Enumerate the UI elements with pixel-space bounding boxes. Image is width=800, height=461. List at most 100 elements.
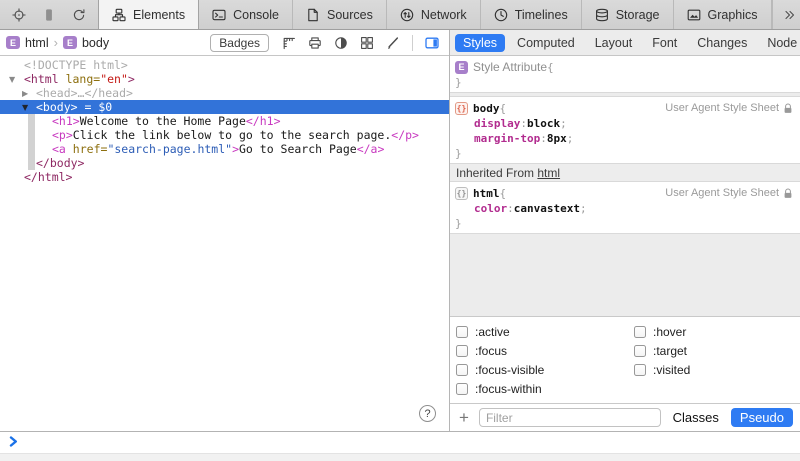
ruler-icon [282, 36, 296, 50]
sources-icon [306, 8, 320, 22]
help-button[interactable]: ? [419, 405, 436, 422]
css-property[interactable]: display: block; [450, 116, 800, 131]
pseudo-column: :active :focus :focus-visible :focus-within [454, 322, 632, 398]
contrast-icon [334, 36, 348, 50]
ruler-button[interactable] [278, 34, 300, 52]
pseudo-label: :active [475, 325, 510, 339]
tab-label: Console [233, 8, 279, 22]
property-name: margin-top [474, 131, 540, 146]
pseudo-checkbox-active[interactable]: :active [454, 322, 632, 341]
pseudo-checkbox-hover[interactable]: :hover [632, 322, 796, 341]
pseudo-class-panel: :active :focus :focus-visible :focus-within… [450, 316, 800, 403]
console-prompt[interactable] [0, 432, 800, 453]
stylesheet-badge-icon: {} [455, 187, 468, 200]
css-selector: body [473, 101, 500, 116]
tab-graphics[interactable]: Graphics [674, 0, 772, 29]
pseudo-checkbox-focus-visible[interactable]: :focus-visible [454, 360, 632, 379]
tab-timelines[interactable]: Timelines [481, 0, 582, 29]
checkbox[interactable] [634, 326, 646, 338]
dom-tree-line[interactable]: ▶<head>…</head> [0, 86, 449, 100]
pseudo-checkbox-target[interactable]: :target [632, 341, 796, 360]
pseudo-label: :hover [653, 325, 686, 339]
sidebar-tab-node[interactable]: Node [759, 34, 800, 52]
pseudo-checkbox-visited[interactable]: :visited [632, 360, 796, 379]
dom-tree-line[interactable]: </html> [0, 170, 449, 184]
css-rule-header[interactable]: EStyle Attribute { [450, 60, 800, 75]
toolbar-left-buttons [0, 0, 98, 29]
tab-console[interactable]: Console [199, 0, 293, 29]
paint-flashing-button[interactable] [382, 34, 404, 52]
css-rule-header[interactable]: {}html {User Agent Style Sheet [450, 186, 800, 201]
toolbar-right-buttons [772, 0, 800, 29]
pseudo-toggle-button[interactable]: Pseudo [731, 408, 793, 427]
tab-storage[interactable]: Storage [582, 0, 674, 29]
breadcrumb: Ehtml›Ebody [6, 35, 109, 50]
breadcrumb-label: body [82, 36, 109, 50]
toolbar-tabs: Elements Console Sources Network TimelinesSt… [98, 0, 772, 29]
css-property[interactable]: color: canvastext; [450, 201, 800, 216]
new-rule-button[interactable]: + [457, 409, 471, 426]
checkbox[interactable] [456, 383, 468, 395]
breadcrumb-item-body[interactable]: Ebody [63, 36, 109, 50]
breadcrumb-bar: Ehtml›Ebody Badges [0, 30, 449, 56]
sidebar-tab-changes[interactable]: Changes [689, 34, 755, 52]
print-styles-button[interactable] [304, 34, 326, 52]
dom-tree-line[interactable]: ▼<body> = $0 [0, 100, 449, 114]
pseudo-checkbox-focus-within[interactable]: :focus-within [454, 379, 632, 398]
style-origin-note: User Agent Style Sheet [665, 101, 795, 116]
style-filter-input[interactable] [479, 408, 661, 427]
tab-label: Graphics [708, 8, 758, 22]
pseudo-checkbox-focus[interactable]: :focus [454, 341, 632, 360]
dom-tree-line[interactable]: <h1>Welcome to the Home Page</h1> [0, 114, 449, 128]
dom-tree-line[interactable]: </body> [0, 156, 449, 170]
css-selector: html [473, 186, 500, 201]
elements-panel: Ehtml›Ebody Badges <!DOCTYPE html>▼<html… [0, 30, 450, 431]
tab-network[interactable]: Network [387, 0, 481, 29]
sidebar-toggle-icon [425, 36, 439, 50]
dom-tree-line[interactable]: <p>Click the link below to go to the sea… [0, 128, 449, 142]
checkbox[interactable] [634, 345, 646, 357]
badges-button[interactable]: Badges [210, 34, 269, 52]
checkbox[interactable] [456, 326, 468, 338]
checkbox[interactable] [456, 345, 468, 357]
css-rule-close: } [450, 75, 800, 90]
tab-label: Network [421, 8, 467, 22]
tab-label: Sources [327, 8, 373, 22]
checkbox[interactable] [456, 364, 468, 376]
dom-tree-line[interactable]: <a href="search-page.html">Go to Search … [0, 142, 449, 156]
paintbrush-icon [386, 36, 400, 50]
inherited-link[interactable]: html [537, 166, 560, 180]
details-sidebar-toggle-button[interactable] [421, 34, 443, 52]
breadcrumb-item-html[interactable]: Ehtml [6, 36, 49, 50]
toolbar-divider [412, 35, 413, 51]
pseudo-label: :visited [653, 363, 690, 377]
css-property[interactable]: margin-top: 8px; [450, 131, 800, 146]
dom-tree-line[interactable]: ▼<html lang="en"> [0, 72, 449, 86]
disclosure-triangle[interactable]: ▼ [9, 73, 15, 87]
pseudo-label: :focus [475, 344, 507, 358]
css-rule-header[interactable]: {}body {User Agent Style Sheet [450, 101, 800, 116]
sidebar-tab-layout[interactable]: Layout [587, 34, 641, 52]
disclosure-triangle[interactable]: ▶ [22, 87, 28, 101]
inspect-element-button[interactable] [8, 6, 30, 24]
device-settings-button[interactable] [38, 6, 60, 24]
more-tabs-button[interactable] [772, 0, 800, 29]
rule-title: Style Attribute [473, 60, 547, 75]
checkbox[interactable] [634, 364, 646, 376]
reload-button[interactable] [68, 6, 90, 24]
dom-tree-line[interactable]: <!DOCTYPE html> [0, 58, 449, 72]
chevron-right-icon [9, 434, 18, 452]
css-rule-close: } [450, 146, 800, 161]
sidebar-tab-bar: StylesComputedLayoutFontChangesNodeLayer… [450, 30, 800, 56]
disclosure-triangle[interactable]: ▼ [22, 101, 28, 115]
tab-elements[interactable]: Elements [99, 0, 199, 29]
sidebar-tab-font[interactable]: Font [644, 34, 685, 52]
classes-toggle-button[interactable]: Classes [669, 408, 723, 427]
sidebar-tab-styles[interactable]: Styles [455, 34, 505, 52]
css-rule-section: {}html {User Agent Style Sheetcolor: can… [450, 182, 800, 233]
pseudo-label: :focus-visible [475, 363, 544, 377]
tab-sources[interactable]: Sources [293, 0, 387, 29]
appearance-toggle-button[interactable] [330, 34, 352, 52]
sidebar-tab-computed[interactable]: Computed [509, 34, 583, 52]
grid-overlay-button[interactable] [356, 34, 378, 52]
